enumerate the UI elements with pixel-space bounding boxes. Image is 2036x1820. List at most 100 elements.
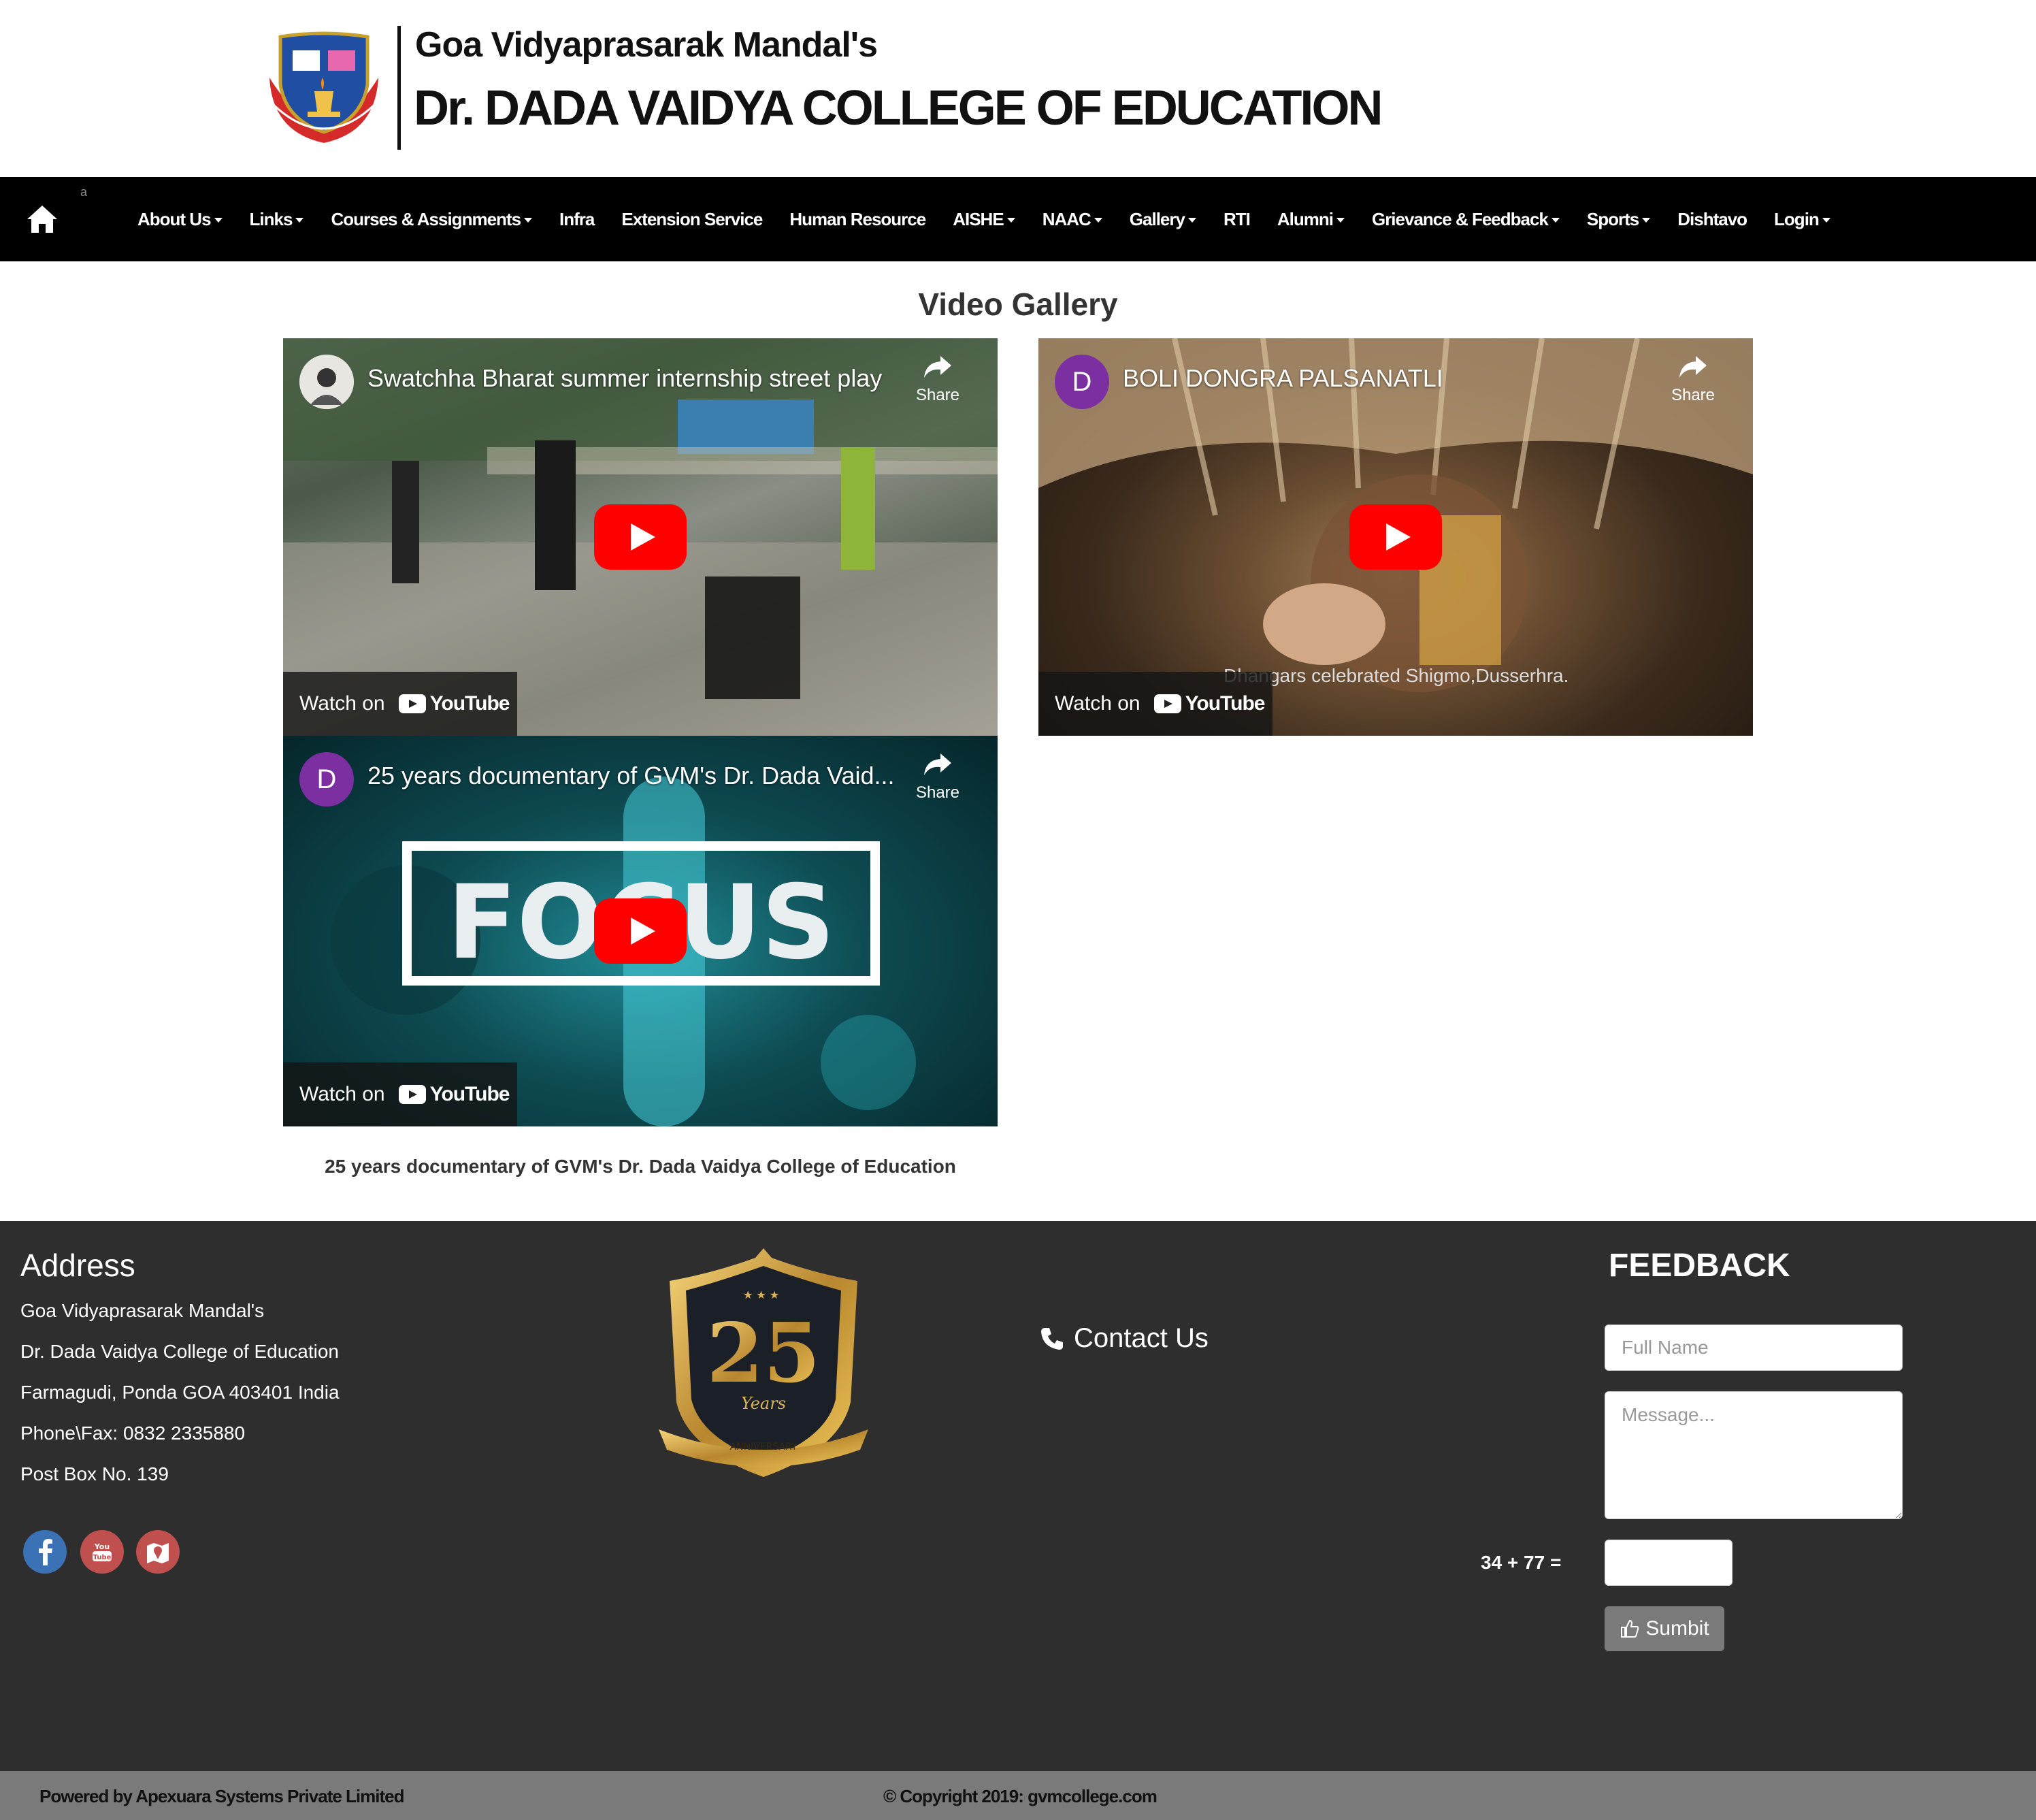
svg-text:★ ★ ★: ★ ★ ★ (743, 1288, 779, 1301)
badge-ribbon: ANNIVERSARY (730, 1442, 798, 1452)
nav-item-naac[interactable]: NAAC (1029, 209, 1116, 230)
contact-us-label: Contact Us (1074, 1323, 1209, 1353)
youtube-logo-icon: YouTube (398, 692, 510, 715)
caret-down-icon (1822, 218, 1830, 223)
share-button[interactable]: Share (1666, 355, 1720, 405)
nav-item-label: Courses & Assignments (331, 208, 521, 229)
nav-item-about-us[interactable]: About Us (124, 209, 236, 230)
submit-button[interactable]: Sumbit (1605, 1606, 1724, 1651)
youtube-icon[interactable]: You Tube (80, 1530, 124, 1574)
share-icon (924, 753, 951, 775)
video-player-2[interactable]: D BOLI DONGRA PALSANATLI Share Dhangars … (1038, 338, 1753, 736)
video-player-1[interactable]: Swatchha Bharat summer internship street… (283, 338, 998, 736)
college-crest-icon[interactable] (260, 30, 388, 146)
nav-item-courses-assignments[interactable]: Courses & Assignments (317, 209, 546, 230)
nav-item-label: Gallery (1129, 208, 1185, 229)
nav-item-human-resource[interactable]: Human Resource (776, 209, 939, 230)
page-title: Video Gallery (918, 287, 1118, 322)
header-divider (397, 26, 401, 150)
address-line: Phone\Fax: 0832 2335880 (20, 1423, 246, 1444)
nav-item-dishtavo[interactable]: Dishtavo (1664, 209, 1760, 230)
nav-item-extension-service[interactable]: Extension Service (608, 209, 776, 230)
nav-item-infra[interactable]: Infra (546, 209, 608, 230)
watch-on-youtube-button[interactable]: Watch on YouTube (283, 672, 517, 736)
nav-item-label: Sports (1586, 208, 1639, 229)
watch-on-label: Watch on (299, 1083, 385, 1105)
nav-item-label: Human Resource (789, 208, 926, 229)
play-button-icon[interactable] (594, 504, 687, 570)
share-label: Share (915, 783, 960, 802)
watch-on-label: Watch on (1055, 692, 1140, 715)
share-label: Share (1671, 386, 1715, 404)
watch-on-label: Watch on (299, 692, 385, 715)
nav-item-label: Alumni (1277, 208, 1334, 229)
address-line: Goa Vidyaprasarak Mandal's (20, 1300, 265, 1321)
channel-avatar[interactable]: D (1055, 355, 1109, 409)
full-name-input[interactable] (1605, 1325, 1903, 1371)
message-textarea[interactable] (1605, 1391, 1903, 1519)
address-heading: Address (20, 1248, 135, 1283)
watch-on-youtube-button[interactable]: Watch on YouTube (283, 1062, 517, 1126)
channel-avatar[interactable]: D (299, 752, 354, 807)
svg-text:Tube: Tube (93, 1554, 112, 1561)
play-button-icon[interactable] (594, 898, 687, 964)
video-player-3[interactable]: FOCUS D 25 years documentary of GVM's Dr… (283, 736, 998, 1126)
nav-item-gallery[interactable]: Gallery (1116, 209, 1210, 230)
caret-down-icon (1336, 218, 1345, 223)
nav-item-label: Links (249, 208, 293, 229)
caret-down-icon (1642, 218, 1651, 223)
caret-down-icon (1006, 218, 1015, 223)
badge-number: 25 (707, 1305, 821, 1401)
nav-item-grievance-feedback[interactable]: Grievance & Feedback (1358, 209, 1573, 230)
nav-item-label: RTI (1223, 208, 1251, 229)
contact-us-link[interactable]: Contact Us (1040, 1323, 1209, 1354)
site-header: Goa Vidyaprasarak Mandal's Dr. DADA VAID… (0, 0, 2036, 177)
facebook-icon[interactable] (23, 1530, 67, 1574)
caret-down-icon (1551, 218, 1560, 223)
watch-on-youtube-button[interactable]: Watch on YouTube (1038, 672, 1272, 736)
bottom-bar: Powered by Apexuara Systems Private Limi… (0, 1771, 2036, 1820)
play-button-icon[interactable] (1349, 504, 1442, 570)
video-title[interactable]: 25 years documentary of GVM's Dr. Dada V… (367, 762, 895, 790)
caret-down-icon (1187, 218, 1196, 223)
phone-icon (1041, 1327, 1063, 1350)
share-label: Share (915, 386, 960, 404)
nav-item-alumni[interactable]: Alumni (1264, 209, 1358, 230)
youtube-logo-icon: YouTube (1153, 692, 1265, 715)
anniversary-badge-icon: ★ ★ ★ 25 Years ANNIVERSARY (659, 1248, 868, 1477)
address-line: Dr. Dada Vaidya College of Education (20, 1341, 339, 1362)
nav-item-login[interactable]: Login (1760, 209, 1844, 230)
thumbs-up-icon (1621, 1619, 1639, 1638)
home-icon[interactable] (24, 201, 60, 237)
video-title[interactable]: Swatchha Bharat summer internship street… (367, 364, 882, 393)
nav-item-aishe[interactable]: AISHE (939, 209, 1028, 230)
nav-item-rti[interactable]: RTI (1210, 209, 1264, 230)
nav-menu: About Us Links Courses & Assignments Infra E… (124, 177, 1844, 261)
captcha-answer-input[interactable] (1605, 1540, 1733, 1586)
caret-down-icon (214, 218, 223, 223)
nav-item-label: About Us (137, 208, 212, 229)
channel-avatar[interactable] (299, 355, 354, 409)
powered-by-text[interactable]: Powered by Apexuara Systems Private Limi… (39, 1786, 404, 1807)
feedback-heading: FEEDBACK (1609, 1248, 1790, 1284)
nav-item-label: AISHE (953, 208, 1004, 229)
video-title[interactable]: BOLI DONGRA PALSANATLI (1123, 364, 1443, 393)
college-name[interactable]: Dr. DADA VAIDYA COLLEGE OF EDUCATION (414, 80, 1383, 136)
nav-item-sports[interactable]: Sports (1573, 209, 1664, 230)
map-icon[interactable] (136, 1530, 180, 1574)
share-button[interactable]: Share (910, 355, 965, 405)
address-line: Post Box No. 139 (20, 1463, 169, 1484)
address-line: Farmagudi, Ponda GOA 403401 India (20, 1382, 340, 1403)
share-icon (1679, 356, 1707, 378)
share-icon (924, 356, 951, 378)
nav-item-label: Infra (559, 208, 595, 229)
caret-down-icon (524, 218, 533, 223)
nav-item-label: NAAC (1042, 208, 1091, 229)
share-button[interactable]: Share (910, 752, 965, 802)
video-subtitle-caption: Dhangars celebrated Shigmo,Dusserhra. (1224, 665, 1569, 686)
org-name: Goa Vidyaprasarak Mandal's (415, 25, 878, 65)
main-navbar: a About Us Links Courses & Assignments Infr… (0, 177, 2036, 261)
svg-text:You: You (94, 1542, 110, 1551)
caret-down-icon (1094, 218, 1102, 223)
nav-item-links[interactable]: Links (236, 209, 318, 230)
